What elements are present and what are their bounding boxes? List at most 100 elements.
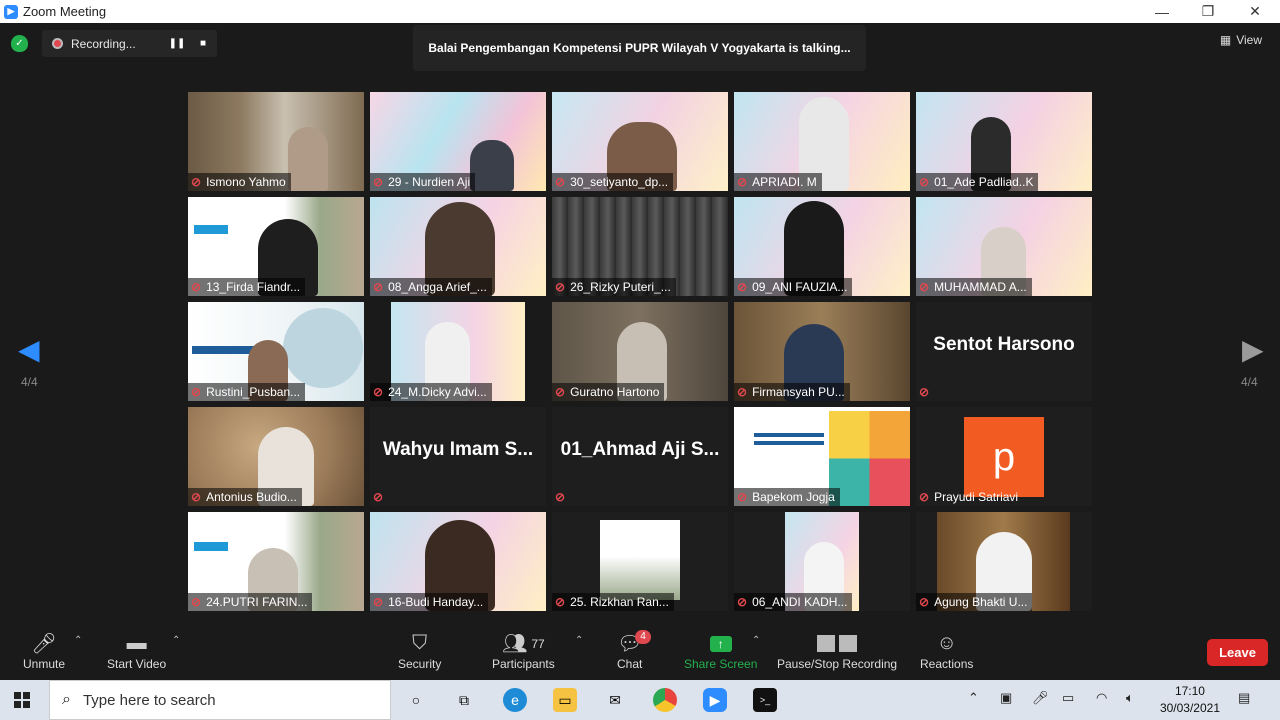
minimize-button[interactable]: —: [1139, 0, 1185, 23]
wifi-icon[interactable]: ◠: [1096, 690, 1107, 706]
search-placeholder: Type here to search: [82, 691, 216, 709]
video-tile[interactable]: ⊘ 30_setiyanto_dp...: [552, 92, 728, 191]
next-page-arrow-icon[interactable]: ▶: [1242, 333, 1264, 366]
video-tile[interactable]: ⊘ Bapekom Jogja: [734, 407, 910, 506]
security-label: Security: [398, 657, 442, 671]
video-tile[interactable]: 01_Ahmad Aji S... ⊘: [552, 407, 728, 506]
file-explorer-icon[interactable]: ▭: [553, 688, 577, 712]
video-tile[interactable]: ⊘ 29 - Nurdien Aji: [370, 92, 546, 191]
terminal-icon[interactable]: >_: [753, 688, 777, 712]
video-tile[interactable]: ⊘ Antonius Budio...: [188, 407, 364, 506]
pause-recording-icon[interactable]: ❚❚: [167, 34, 187, 53]
reactions-label: Reactions: [920, 657, 974, 671]
participant-label: ⊘ Rustini_Pusban...: [188, 383, 306, 401]
muted-mic-icon: ⊘: [191, 175, 202, 189]
meet-now-icon[interactable]: ▣: [1000, 690, 1012, 706]
video-tile[interactable]: ⊘ Rustini_Pusban...: [188, 302, 364, 401]
notifications-icon[interactable]: ▤: [1238, 690, 1250, 706]
meeting-toolbar: 🎤︎ Unmute ⌃ ▬ Start Video ⌃ ⛉ Security 👥…: [0, 625, 1280, 680]
chat-button[interactable]: 💬︎ Chat 4: [617, 630, 651, 671]
video-tile[interactable]: ⊘ 25. Rizkhan Ran...: [552, 512, 728, 611]
clock-time: 17:10: [1174, 684, 1205, 698]
pause-stop-recording-button[interactable]: Pause/Stop Recording: [777, 630, 897, 671]
video-tile[interactable]: ⊘ 24_M.Dicky Advi...: [370, 302, 546, 401]
view-button[interactable]: ▦ View: [1220, 33, 1262, 47]
video-tile[interactable]: ⊘ 26_Rizky Puteri_...: [552, 197, 728, 296]
participant-name-display: 01_Ahmad Aji S...: [560, 439, 720, 460]
reactions-button[interactable]: ☺︎ Reactions: [920, 630, 973, 671]
video-tile[interactable]: ⊘ 13_Firda Fiandr...: [188, 197, 364, 296]
start-video-button[interactable]: ▬ Start Video: [107, 630, 166, 671]
recording-indicator: Recording... ❚❚ ■: [42, 30, 217, 57]
pause-stop-icon: [817, 630, 858, 657]
audio-options-chevron-icon[interactable]: ⌃: [74, 635, 82, 646]
unmute-label: Unmute: [23, 657, 66, 671]
search-icon: ⌕: [62, 691, 71, 708]
encryption-shield-icon[interactable]: ✓: [11, 35, 28, 52]
video-tile[interactable]: ⊘ 06_ANDI KADH...: [734, 512, 910, 611]
cortana-icon[interactable]: ○: [404, 688, 428, 712]
battery-icon[interactable]: ▭: [1062, 690, 1074, 706]
participant-label: ⊘ 09_ANI FAUZIA...: [734, 278, 853, 296]
taskbar-search-box[interactable]: ⌕ Type here to search: [49, 680, 391, 720]
video-tile[interactable]: ⊘ Guratno Hartono: [552, 302, 728, 401]
share-screen-button[interactable]: ↑ Share Screen: [684, 630, 757, 671]
participant-name-display: Sentot Harsono: [933, 334, 1075, 355]
chrome-icon[interactable]: [653, 688, 677, 712]
stop-recording-icon[interactable]: ■: [193, 34, 213, 53]
participants-count: 77: [531, 636, 545, 651]
video-tile[interactable]: Sentot Harsono ⊘: [916, 302, 1092, 401]
windows-taskbar: ⌕ Type here to search ○ ⧉ e ▭ ✉ ▶ >_ ⌃ ▣…: [0, 680, 1280, 720]
start-video-label: Start Video: [107, 657, 167, 671]
unmute-button[interactable]: 🎤︎ Unmute: [23, 630, 65, 671]
maximize-button[interactable]: ❐: [1185, 0, 1231, 23]
taskbar-clock[interactable]: 17:10 30/03/2021: [1160, 683, 1220, 717]
participant-label: ⊘ Antonius Budio...: [188, 488, 302, 506]
participant-label: ⊘ Prayudi Satriavi: [919, 490, 1019, 504]
video-options-chevron-icon[interactable]: ⌃: [172, 635, 180, 646]
video-tile[interactable]: Wahyu Imam S... ⊘: [370, 407, 546, 506]
prev-page-arrow-icon[interactable]: ◀: [18, 333, 40, 366]
close-button[interactable]: ✕: [1232, 0, 1278, 23]
windows-start-icon[interactable]: [14, 692, 30, 708]
participant-label: ⊘ 01_Ade Padliad..K: [916, 173, 1039, 191]
active-speaker-banner: Balai Pengembangan Kompetensi PUPR Wilay…: [413, 25, 866, 71]
video-tile[interactable]: ⊘ 08_Angga Arief_...: [370, 197, 546, 296]
video-tile[interactable]: ⊘ 16-Budi Handay...: [370, 512, 546, 611]
recording-dot-icon: [52, 38, 63, 49]
grid-view-icon: ▦: [1219, 33, 1232, 47]
participants-options-chevron-icon[interactable]: ⌃: [575, 635, 583, 646]
security-button[interactable]: ⛉ Security: [398, 630, 441, 671]
participant-label: ⊘ 06_ANDI KADH...: [734, 593, 853, 611]
participant-label: ⊘ 24_M.Dicky Advi...: [370, 383, 492, 401]
leave-button[interactable]: Leave: [1207, 639, 1268, 666]
video-tile[interactable]: ⊘ 09_ANI FAUZIA...: [734, 197, 910, 296]
volume-muted-icon[interactable]: 🔈︎: [1126, 690, 1134, 706]
mail-icon[interactable]: ✉: [603, 688, 627, 712]
video-tile[interactable]: ⊘ 24.PUTRI FARIN...: [188, 512, 364, 611]
video-tile[interactable]: ⊘ Ismono Yahmo: [188, 92, 364, 191]
share-options-chevron-icon[interactable]: ⌃: [752, 635, 760, 646]
video-tile[interactable]: ⊘ APRIADI. M: [734, 92, 910, 191]
participant-label: ⊘ 29 - Nurdien Aji: [370, 173, 476, 191]
show-hidden-icons-chevron-icon[interactable]: ⌃: [968, 690, 979, 706]
video-tile[interactable]: ⊘ MUHAMMAD A...: [916, 197, 1092, 296]
participant-label: ⊘: [555, 490, 566, 504]
video-tile[interactable]: p ⊘ Prayudi Satriavi: [916, 407, 1092, 506]
edge-browser-icon[interactable]: e: [503, 688, 527, 712]
microphone-tray-icon[interactable]: 🎤︎: [1032, 690, 1049, 706]
next-page-number: 4/4: [1241, 375, 1258, 389]
meeting-area: ✓ Recording... ❚❚ ■ Balai Pengembangan K…: [0, 23, 1280, 625]
participant-label: ⊘ 08_Angga Arief_...: [370, 278, 492, 296]
video-tile[interactable]: ⊘ Firmansyah PU...: [734, 302, 910, 401]
participant-label: ⊘ 13_Firda Fiandr...: [188, 278, 306, 296]
video-tile[interactable]: ⊘ Agung Bhakti U...: [916, 512, 1092, 611]
task-view-icon[interactable]: ⧉: [452, 688, 476, 712]
recording-label: Recording...: [71, 36, 136, 51]
participant-label: ⊘ 26_Rizky Puteri_...: [552, 278, 676, 296]
participants-icon: 👥︎ 77: [501, 633, 545, 655]
participant-name-display: Wahyu Imam S...: [382, 439, 534, 460]
video-tile[interactable]: ⊘ 01_Ade Padliad..K: [916, 92, 1092, 191]
participants-button[interactable]: 👥︎ 77 Participants: [492, 630, 555, 671]
zoom-taskbar-icon[interactable]: ▶: [703, 688, 727, 712]
